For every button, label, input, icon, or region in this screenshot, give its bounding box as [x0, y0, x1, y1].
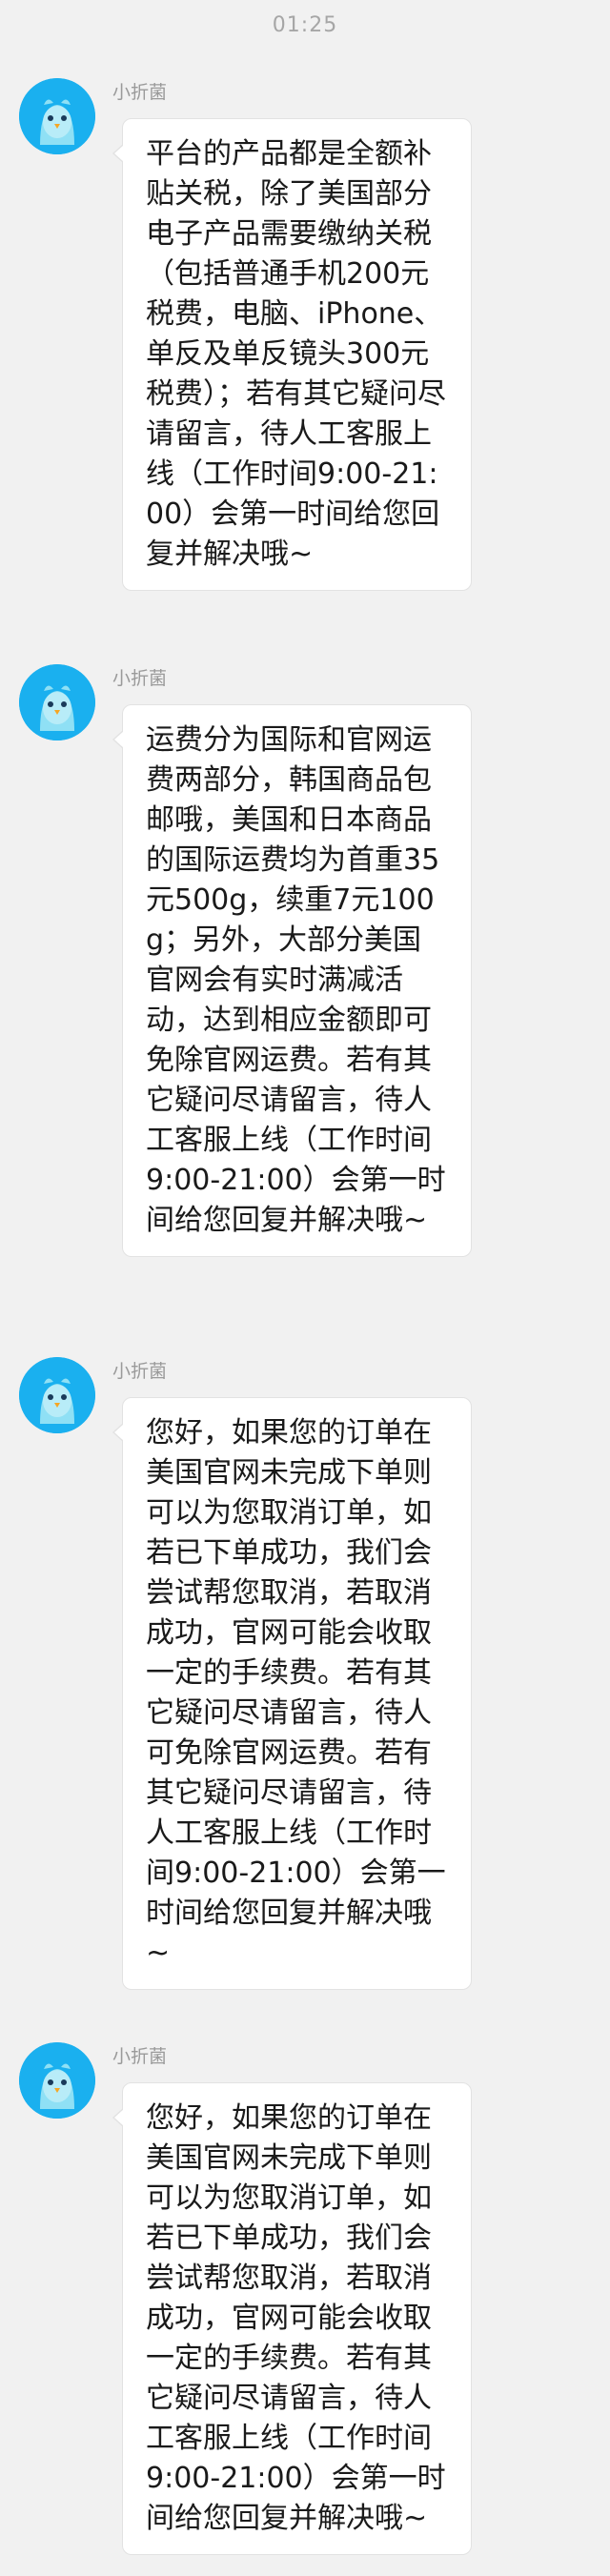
- message-bubble[interactable]: 您好，如果您的订单在美国官网未完成下单则可以为您取消订单，如若已下单成功，我们会…: [112, 1397, 472, 1990]
- sender-name: 小折菌: [112, 2046, 168, 2067]
- bird-mascot-icon: [19, 2042, 95, 2119]
- bird-mascot-icon: [19, 1357, 95, 1433]
- status-time: 01:25: [272, 13, 338, 37]
- avatar[interactable]: [19, 78, 95, 154]
- bird-mascot-icon: [19, 664, 95, 740]
- message-bubble[interactable]: 运费分为国际和官网运费两部分，韩国商品包邮哦，美国和日本商品的国际运费均为首重3…: [112, 704, 472, 1257]
- sender-name: 小折菌: [112, 1361, 168, 1382]
- message-bubble[interactable]: 平台的产品都是全额补贴关税，除了美国部分电子产品需要缴纳关税（包括普通手机200…: [112, 118, 472, 591]
- avatar[interactable]: [19, 1357, 95, 1433]
- sender-name: 小折菌: [112, 668, 168, 689]
- sender-name: 小折菌: [112, 82, 168, 103]
- avatar[interactable]: [19, 664, 95, 740]
- avatar[interactable]: [19, 2042, 95, 2119]
- message-bubble[interactable]: 您好，如果您的订单在美国官网未完成下单则可以为您取消订单，如若已下单成功，我们会…: [112, 2082, 472, 2555]
- bird-mascot-icon: [19, 78, 95, 154]
